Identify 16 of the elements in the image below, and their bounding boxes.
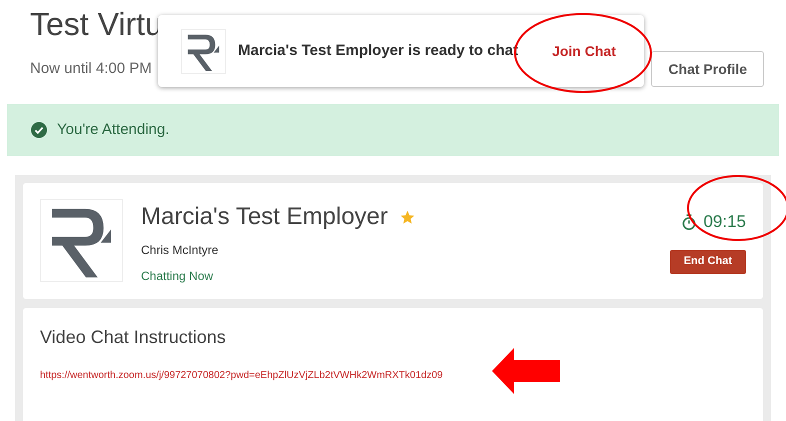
contact-name: Chris McIntyre	[141, 242, 220, 259]
annotation-arrow	[492, 348, 560, 394]
stopwatch-icon	[681, 212, 698, 231]
end-chat-button[interactable]: End Chat	[670, 250, 746, 274]
zoom-link[interactable]: https://wentworth.zoom.us/j/99727070802?pwd=eEhpZlUzVjZLb2tVWHk2WmRXTk01dz09	[40, 368, 746, 383]
event-time: Now until 4:00 PM	[30, 59, 153, 79]
employer-name: Marcia's Test Employer	[141, 202, 388, 232]
check-circle-icon	[31, 122, 47, 138]
join-chat-button[interactable]: Join Chat	[552, 40, 616, 62]
attending-text: You're Attending.	[57, 120, 170, 140]
chat-status: Chatting Now	[141, 268, 214, 285]
instructions-title: Video Chat Instructions	[40, 326, 227, 349]
logo-icon	[40, 199, 123, 282]
chat-profile-button[interactable]: Chat Profile	[651, 51, 764, 87]
chat-timer: 09:15	[703, 211, 746, 233]
logo-icon	[181, 28, 226, 74]
